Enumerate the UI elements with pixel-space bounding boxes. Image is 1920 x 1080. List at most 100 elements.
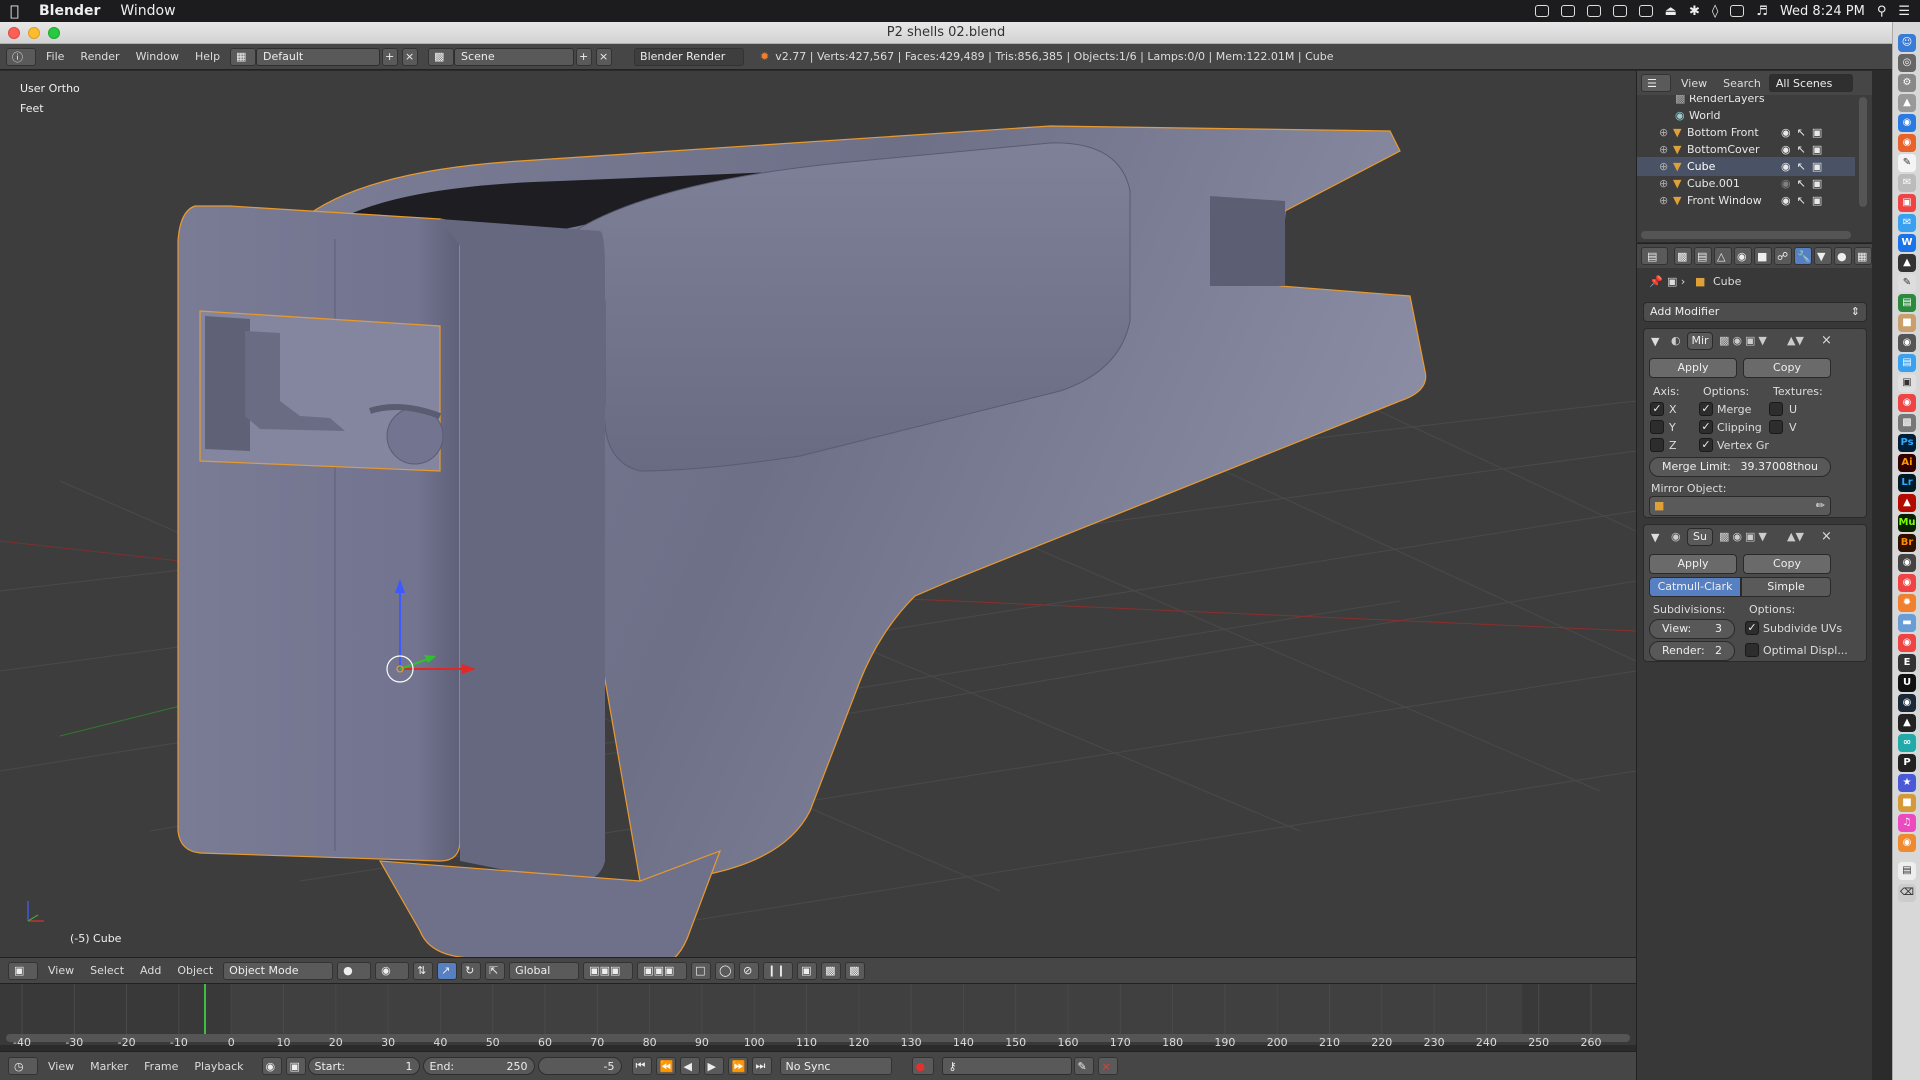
app-icon[interactable]: ◉	[1898, 574, 1916, 592]
pivot-select[interactable]: ◉	[375, 961, 410, 980]
simple-toggle[interactable]: Simple	[1741, 577, 1831, 597]
view-levels-field[interactable]: View: 3	[1649, 619, 1735, 639]
subsurf-name-field[interactable]: Su	[1687, 528, 1713, 546]
menu-window[interactable]: Window	[128, 50, 187, 63]
pin-icon[interactable]: 📌	[1649, 275, 1663, 288]
photoshop-icon[interactable]: Ps	[1898, 434, 1916, 452]
translate-manipulator[interactable]: ↗	[437, 961, 458, 980]
scene-tab-icon[interactable]: △	[1714, 247, 1732, 265]
screen-layout-field[interactable]: Default	[256, 47, 381, 66]
render-icon[interactable]: ▣	[1812, 194, 1822, 207]
time-machine-icon[interactable]	[1638, 5, 1653, 17]
app-icon[interactable]: ◉	[1898, 834, 1916, 852]
expand-icon[interactable]: ⊕	[1659, 177, 1673, 190]
prev-keyframe-button[interactable]: ⏪	[655, 1057, 676, 1075]
star-icon[interactable]: ★	[1898, 774, 1916, 792]
close-window-button[interactable]	[8, 27, 20, 39]
preview-range-button[interactable]: ◉	[261, 1057, 282, 1075]
app-icon[interactable]: ◉	[1898, 554, 1916, 572]
add-modifier-dropdown[interactable]: Add Modifier ⇕	[1643, 302, 1867, 322]
document-icon[interactable]: ▤	[1898, 862, 1916, 880]
mirror-apply-button[interactable]: Apply	[1649, 358, 1737, 378]
mirror-copy-button[interactable]: Copy	[1743, 358, 1831, 378]
app-icon[interactable]: P	[1898, 754, 1916, 772]
optimal-display-checkbox[interactable]	[1745, 643, 1759, 657]
outliner-hscrollbar[interactable]	[1641, 231, 1851, 239]
object-tab-icon[interactable]: ■	[1754, 247, 1772, 265]
outliner-menu-view[interactable]: View	[1673, 77, 1715, 90]
spotlight-icon[interactable]: ⚲	[1877, 4, 1887, 19]
app-icon[interactable]: ▲	[1898, 94, 1916, 112]
app-icon[interactable]: ▣	[1898, 374, 1916, 392]
add-scene-button[interactable]: +	[576, 47, 593, 66]
app-icon[interactable]: ▲	[1898, 714, 1916, 732]
menu-view[interactable]: View	[40, 964, 82, 977]
start-frame-field[interactable]: Start: 1	[307, 1057, 420, 1075]
timeline-area[interactable]: -40 -30 -20 -10 0 10 20 30 40 50 60 70 80 90 100 110 120…	[0, 983, 1636, 1049]
modifiers-tab-icon[interactable]: 🔧	[1794, 247, 1812, 265]
wifi-icon[interactable]: ◊	[1712, 4, 1718, 19]
numbers-icon[interactable]: ▤	[1898, 294, 1916, 312]
snap-element-select[interactable]: ❙❙	[763, 961, 794, 980]
tl-menu-frame[interactable]: Frame	[136, 1060, 186, 1073]
outliner-tree[interactable]: ▩ RenderLayers ◉ World ⊕ ▼ Bottom Front ◉ ↖ ▣ ⊕…	[1637, 95, 1855, 231]
rotate-manipulator[interactable]: ↻	[461, 961, 482, 980]
menu-help[interactable]: Help	[187, 50, 228, 63]
editor-type-button[interactable]: ⓘ	[6, 47, 36, 66]
calendar-icon[interactable]: ▣	[1898, 194, 1916, 212]
cloud-icon[interactable]	[1534, 5, 1549, 17]
editor-type-properties-button[interactable]: ▤	[1641, 247, 1668, 265]
mail-icon[interactable]: ✉	[1898, 174, 1916, 192]
render-engine-select[interactable]: Blender Render	[634, 47, 745, 66]
bridge-icon[interactable]: Br	[1898, 534, 1916, 552]
anim-render-button[interactable]: ▩	[845, 961, 866, 980]
eye-icon[interactable]: ◉	[1781, 126, 1791, 139]
render-icon[interactable]: ▣	[1812, 126, 1822, 139]
app-icon[interactable]: ■	[1898, 794, 1916, 812]
illustrator-icon[interactable]: Ai	[1898, 454, 1916, 472]
subdivide-uvs-checkbox[interactable]: ✓	[1745, 621, 1759, 635]
drive-icon[interactable]	[1586, 5, 1601, 17]
snap-button[interactable]: ⊘	[739, 961, 760, 980]
mirror-name-field[interactable]: Mir	[1687, 332, 1713, 350]
eye-icon[interactable]: ◉	[1781, 160, 1791, 173]
axis-x-checkbox[interactable]: ✓	[1650, 402, 1664, 416]
modifier-display-icons[interactable]: ▩◉▣▼	[1719, 530, 1770, 543]
layers-grid-2[interactable]: ▣▣▣	[637, 961, 688, 980]
eject-icon[interactable]: ⏏	[1665, 4, 1677, 19]
cursor-icon[interactable]: ↖	[1797, 160, 1806, 173]
app-menu[interactable]: Blender	[29, 3, 110, 19]
constraints-tab-icon[interactable]: ☍	[1774, 247, 1792, 265]
scale-manipulator[interactable]: ⇱	[485, 961, 506, 980]
menu-object[interactable]: Object	[169, 964, 221, 977]
editor-type-outliner-button[interactable]: ☰	[1641, 74, 1671, 92]
steam-icon[interactable]: ◉	[1898, 694, 1916, 712]
jump-start-button[interactable]: ⏮	[631, 1057, 652, 1075]
outliner-menu-search[interactable]: Search	[1715, 77, 1769, 90]
itunes-icon[interactable]: ♫	[1898, 814, 1916, 832]
notes-icon[interactable]: ✎	[1898, 154, 1916, 172]
blender-icon[interactable]: ✹	[1898, 594, 1916, 612]
shading-select[interactable]: ●	[337, 961, 372, 980]
cursor-icon[interactable]: ↖	[1797, 126, 1806, 139]
apple-icon[interactable]: 	[0, 2, 29, 20]
editor-type-3d-button[interactable]: ▣	[8, 961, 38, 980]
menu-add[interactable]: Add	[132, 964, 169, 977]
insert-keyframe-button[interactable]: ✎	[1073, 1057, 1094, 1075]
mode-select[interactable]: Object Mode	[223, 961, 334, 980]
app-icon[interactable]: ◉	[1898, 334, 1916, 352]
lock-layer-button[interactable]: □	[691, 961, 712, 980]
camera-render-button[interactable]: ▩	[821, 961, 842, 980]
battery-icon[interactable]	[1730, 5, 1745, 17]
clipping-checkbox[interactable]: ✓	[1699, 420, 1713, 434]
play-button[interactable]: ▶	[703, 1057, 724, 1075]
app-icon[interactable]: ▩	[1898, 414, 1916, 432]
remove-modifier-icon[interactable]: ×	[1821, 333, 1832, 348]
menu-select[interactable]: Select	[82, 964, 132, 977]
record-button[interactable]: ●	[911, 1057, 934, 1075]
world-tab-icon[interactable]: ◉	[1734, 247, 1752, 265]
subsurf-copy-button[interactable]: Copy	[1743, 554, 1831, 574]
material-tab-icon[interactable]: ●	[1834, 247, 1852, 265]
app-icon[interactable]: ■	[1898, 314, 1916, 332]
app-icon[interactable]: ▲	[1898, 254, 1916, 272]
